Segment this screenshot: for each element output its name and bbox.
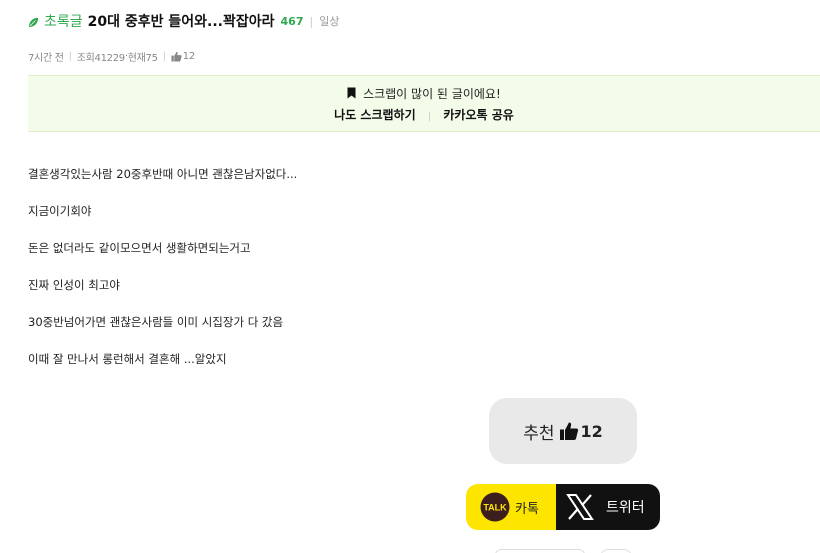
- thumbs-up-icon: [171, 51, 182, 62]
- scrap-notice: 스크랩이 많이 된 글이에요!: [363, 87, 501, 101]
- leaf-icon: [28, 17, 39, 27]
- post-header: 초록글 20대 중후반 들어와...꽉잡아라 467 | 일상: [28, 11, 339, 31]
- bookmark-icon: [347, 87, 356, 99]
- post-body: 결혼생각있는사람 20중후반때 아니면 괜찮은남자없다... 지금이기회야 돈은…: [28, 166, 297, 388]
- like-count: 12: [182, 51, 195, 62]
- view-count: 조회41229: [76, 53, 125, 64]
- body-line: 30중반넘어가면 괜찮은사람들 이미 시집장가 다 갔음: [28, 315, 284, 329]
- share-buttons: TALK 카톡 트위터: [466, 484, 660, 530]
- body-line: 이때 잘 만나서 롱런해서 결혼해 ...알았지: [28, 352, 227, 366]
- scrap-notice-row: 스크랩이 많이 된 글이에요!: [28, 85, 820, 102]
- post-title: 20대 중후반 들어와...꽉잡아라: [87, 14, 275, 30]
- body-line: 돈은 없더라도 같이모으면서 생활하면되는거고: [28, 241, 251, 255]
- current-viewers: 현재75: [127, 53, 158, 64]
- divider: |: [427, 111, 432, 122]
- twitter-share-button[interactable]: 트위터: [556, 484, 660, 530]
- kakao-share-button[interactable]: TALK 카톡: [466, 484, 556, 530]
- body-line: 결혼생각있는사람 20중후반때 아니면 괜찮은남자없다...: [28, 167, 298, 181]
- post-meta: 7시간 전 | 조회41229 · 현재75 | 12: [28, 49, 195, 64]
- divider: |: [68, 51, 72, 62]
- bottom-action-button[interactable]: [494, 549, 586, 553]
- twitter-share-label: 트위터: [606, 500, 645, 516]
- divider: |: [162, 51, 166, 62]
- kakao-share-label: 카톡: [515, 501, 539, 517]
- recommend-count: 12: [580, 421, 603, 441]
- kakao-share-link[interactable]: 카카오톡 공유: [443, 108, 513, 122]
- scrap-actions: 나도 스크랩하기 | 카카오톡 공유: [28, 106, 820, 123]
- divider: |: [309, 14, 314, 28]
- board-name[interactable]: 일상: [319, 13, 339, 29]
- thumbs-up-icon: [559, 422, 578, 440]
- recommend-label: 추천: [523, 423, 555, 444]
- recommend-button[interactable]: 추천 12: [489, 398, 637, 464]
- post-time: 7시간 전: [28, 53, 64, 64]
- bottom-action-button[interactable]: [600, 549, 632, 553]
- post-category[interactable]: 초록글: [44, 11, 83, 31]
- scrap-banner: 스크랩이 많이 된 글이에요! 나도 스크랩하기 | 카카오톡 공유: [28, 75, 820, 132]
- kakao-icon-text: TALK: [483, 503, 507, 513]
- comment-count[interactable]: 467: [281, 15, 304, 28]
- body-line: 진짜 인성이 최고야: [28, 278, 120, 292]
- x-logo-icon: [566, 494, 594, 520]
- kakao-talk-icon: TALK: [480, 492, 510, 522]
- scrap-button[interactable]: 나도 스크랩하기: [334, 108, 415, 122]
- body-line: 지금이기회야: [28, 204, 92, 218]
